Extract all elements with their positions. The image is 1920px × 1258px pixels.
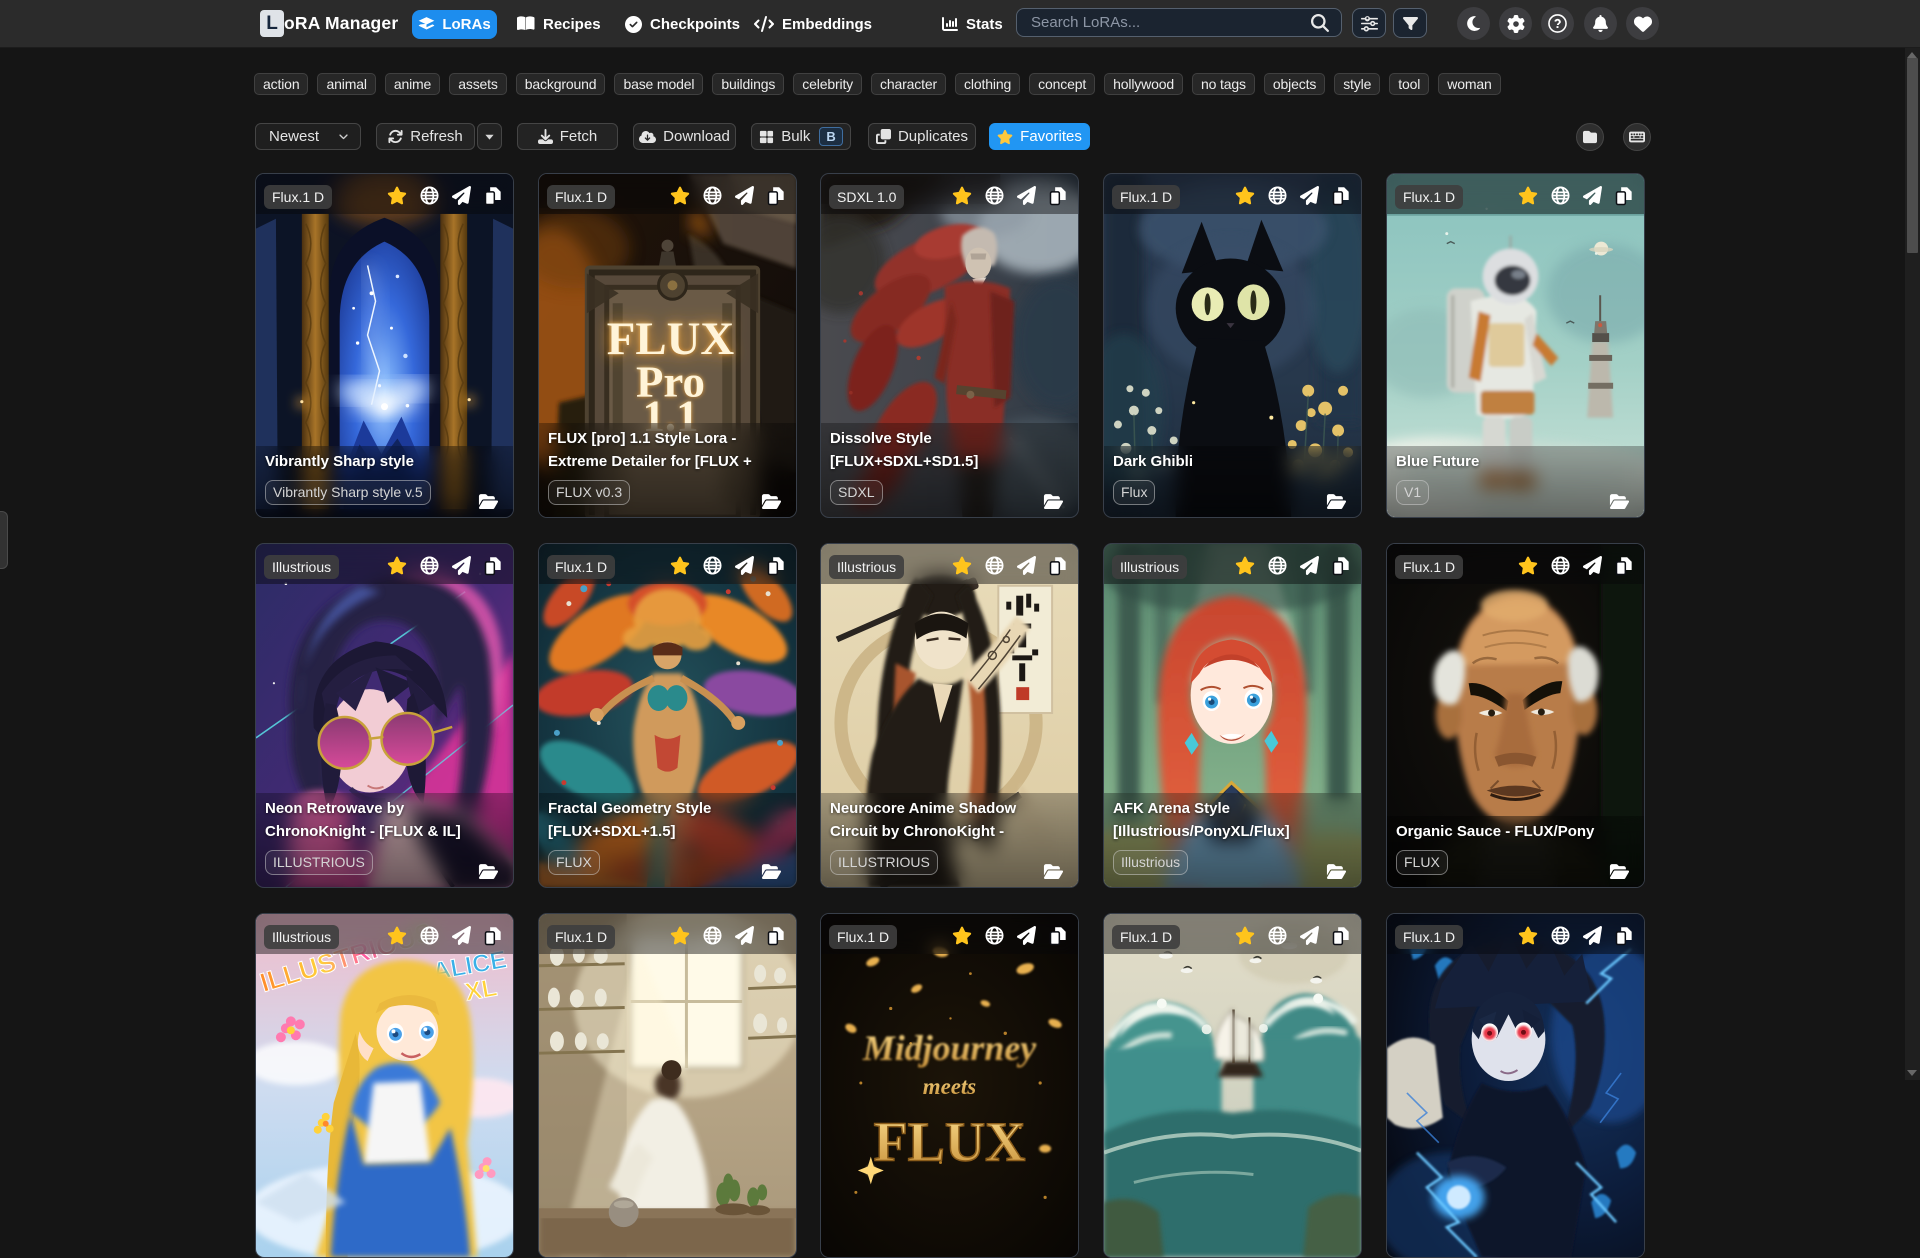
svg-text:meets: meets xyxy=(923,1074,977,1099)
svg-text:Midjourney: Midjourney xyxy=(862,1028,1036,1068)
svg-text:XL: XL xyxy=(463,973,499,1006)
svg-text:FLUX: FLUX xyxy=(874,1112,1026,1174)
